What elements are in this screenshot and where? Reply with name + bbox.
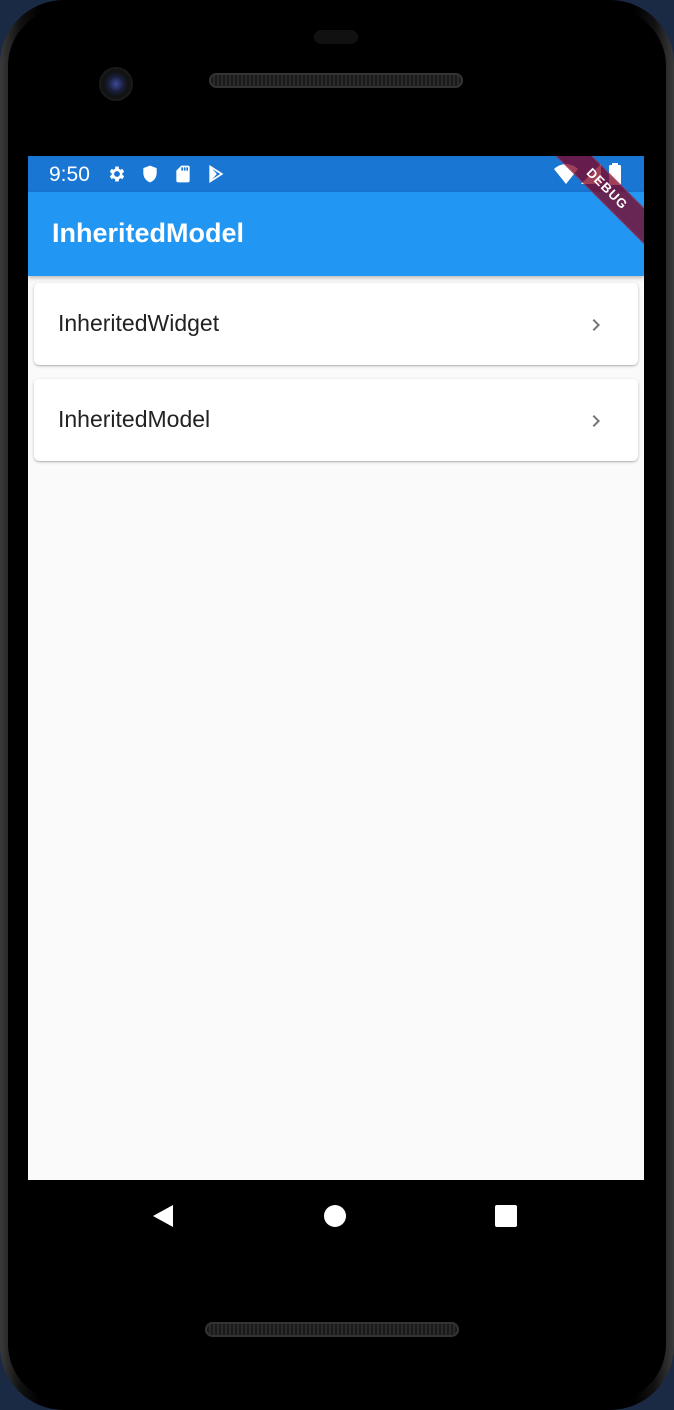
list-item-label: InheritedWidget	[58, 310, 220, 336]
navigation-bar	[28, 1180, 644, 1252]
chevron-right-icon	[592, 319, 600, 331]
chevron-right-icon	[592, 415, 600, 427]
list: InheritedWidget InheritedModel	[34, 283, 638, 475]
recents-icon[interactable]	[492, 1202, 520, 1230]
earpiece-speaker	[209, 73, 463, 88]
status-time: 9:50	[49, 163, 90, 186]
camera-icon	[101, 69, 131, 99]
proximity-sensor	[314, 30, 358, 44]
status-bar: 9:50	[28, 156, 644, 192]
back-icon[interactable]	[149, 1202, 177, 1230]
list-item-inherited-widget[interactable]: InheritedWidget	[34, 283, 638, 365]
sd-card-icon	[176, 165, 190, 183]
app-title: InheritedModel	[52, 218, 245, 248]
phone-frame: 9:50 InheritedModel DEBUG InheritedWidge…	[0, 0, 674, 1410]
gear-icon	[109, 166, 125, 182]
list-item-label: InheritedModel	[58, 406, 211, 432]
shield-icon	[143, 165, 157, 183]
home-icon[interactable]	[321, 1202, 349, 1230]
bottom-speaker	[205, 1322, 459, 1337]
app-bar: InheritedModel	[28, 192, 644, 276]
screen: 9:50 InheritedModel DEBUG InheritedWidge…	[28, 156, 644, 1180]
list-item-inherited-model[interactable]: InheritedModel	[34, 379, 638, 461]
play-store-icon	[209, 164, 224, 184]
